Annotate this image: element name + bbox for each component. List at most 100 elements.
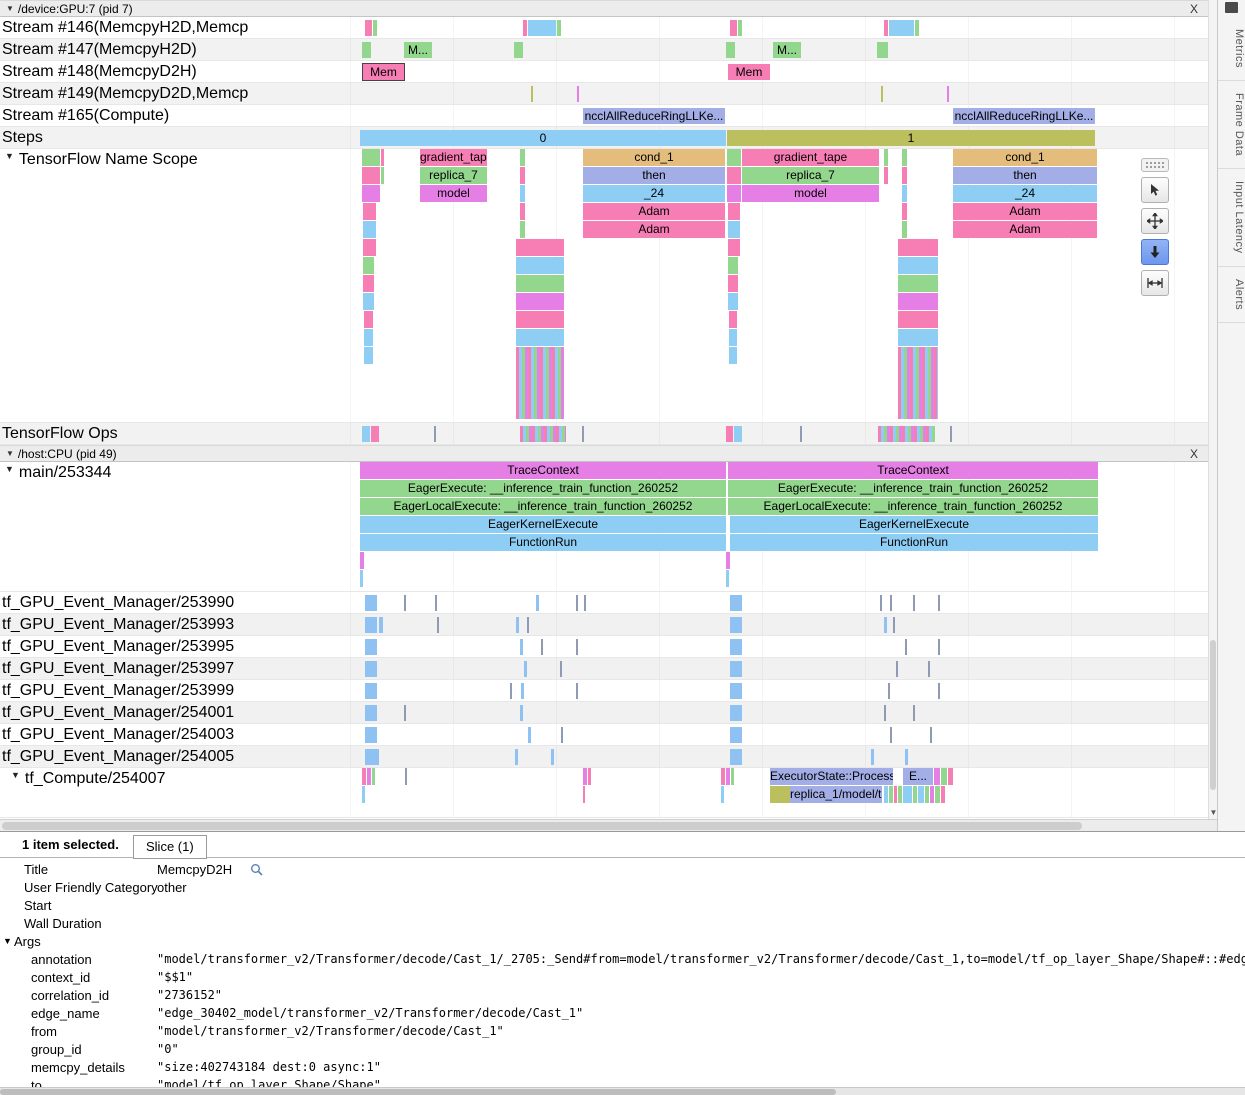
trace-slice-pink[interactable]: [898, 311, 938, 328]
trace-slice-adam[interactable]: Adam: [953, 203, 1097, 220]
collapse-arrow-icon[interactable]: ▼: [3, 936, 12, 946]
trace-slice-eagerlocalexecute-inference-train-function-260252[interactable]: EagerLocalExecute: __inference_train_fun…: [728, 498, 1098, 515]
track-canvas[interactable]: MemMem: [248, 61, 1208, 82]
trace-slice-tick[interactable]: [404, 705, 406, 721]
track-canvas[interactable]: [248, 592, 1208, 613]
collapse-arrow-icon[interactable]: ▼: [5, 464, 14, 474]
trace-slice-pink[interactable]: [583, 786, 585, 803]
trace-slice-lightblue[interactable]: [365, 749, 379, 765]
trace-slice-blue[interactable]: [728, 293, 738, 310]
trace-slice-blue[interactable]: [520, 185, 525, 202]
trace-slice-gradient-tape[interactable]: gradient_tape: [742, 149, 879, 166]
trace-slice-lightblue[interactable]: [528, 727, 531, 743]
trace-slice-pink[interactable]: [728, 239, 740, 256]
side-tab-input-latency[interactable]: Input Latency: [1218, 169, 1245, 267]
trace-slice-lightblue[interactable]: [730, 705, 742, 721]
trace-slice-blue[interactable]: [898, 257, 938, 274]
trace-slice-lightblue[interactable]: [730, 639, 742, 655]
collapse-arrow-icon[interactable]: ▼: [11, 770, 20, 780]
trace-slice-tick[interactable]: [913, 705, 915, 721]
track-canvas[interactable]: ExecutorState::ProcessE...replica_1/mode…: [248, 768, 1208, 817]
trace-slice-pink[interactable]: [381, 149, 384, 166]
trace-slice-green[interactable]: [902, 149, 907, 166]
trace-slice-lightblue[interactable]: [524, 661, 527, 677]
trace-slice-blue[interactable]: [918, 786, 924, 803]
trace-slice-tick[interactable]: [893, 617, 895, 633]
trace-slice-blue[interactable]: [726, 570, 729, 587]
track-canvas[interactable]: [248, 746, 1208, 767]
trace-slice-model[interactable]: model: [420, 185, 487, 202]
timeline-horizontal-scrollbar[interactable]: [0, 819, 1217, 831]
trace-slice-tracecontext[interactable]: TraceContext: [728, 462, 1098, 479]
trace-slice-magenta[interactable]: [930, 786, 934, 803]
track-canvas[interactable]: [248, 702, 1208, 723]
trace-slice-olive[interactable]: [531, 86, 533, 102]
trace-slice-stripes[interactable]: [878, 426, 935, 442]
trace-slice-pink[interactable]: [516, 311, 564, 328]
trace-slice-pink[interactable]: [520, 203, 525, 220]
trace-slice-tick[interactable]: [930, 727, 932, 743]
trace-slice-tick[interactable]: [434, 426, 436, 442]
trace-slice-pink[interactable]: [523, 20, 527, 36]
trace-slice-magenta[interactable]: [516, 293, 564, 310]
trace-slice-green[interactable]: [877, 42, 888, 58]
trace-slice-tick[interactable]: [890, 727, 892, 743]
trace-slice-green[interactable]: [731, 768, 734, 785]
trace-slice-magenta[interactable]: [934, 768, 940, 785]
trace-slice-pink[interactable]: [516, 239, 564, 256]
track-label-tensorflow-name-scope[interactable]: ▼TensorFlow Name Scope: [0, 149, 248, 422]
trace-slice-adam[interactable]: Adam: [953, 221, 1097, 238]
trace-slice-tick[interactable]: [582, 426, 584, 442]
trace-slice-lightblue[interactable]: [730, 749, 742, 765]
trace-slice-blue[interactable]: [360, 570, 363, 587]
trace-slice-green[interactable]: [363, 257, 374, 274]
trace-slice-eagerkernelexecute[interactable]: EagerKernelExecute: [360, 516, 726, 533]
trace-slice-blue[interactable]: [898, 329, 938, 346]
trace-slice-lightblue[interactable]: [365, 727, 377, 743]
trace-slice-0[interactable]: 0: [360, 130, 726, 146]
trace-slice-green[interactable]: [902, 221, 907, 238]
trace-slice-tick[interactable]: [913, 595, 915, 611]
trace-slice-blue[interactable]: [728, 221, 740, 238]
track-label-main-253344[interactable]: ▼main/253344: [0, 462, 248, 591]
trace-slice-lightblue[interactable]: [379, 617, 383, 633]
trace-slice-stripes[interactable]: [516, 347, 564, 419]
trace-slice-tick[interactable]: [541, 639, 543, 655]
trace-slice-pink[interactable]: [948, 768, 953, 785]
trace-slice-ncclallreduceringllke[interactable]: ncclAllReduceRingLLKe...: [583, 108, 725, 124]
trace-slice-e[interactable]: E...: [903, 768, 933, 785]
magnifier-icon[interactable]: [250, 863, 263, 879]
trace-slice-green[interactable]: [362, 42, 371, 58]
trace-slice-lightblue[interactable]: [516, 617, 519, 633]
trace-slice-tick[interactable]: [896, 661, 898, 677]
trace-slice-tick[interactable]: [404, 595, 406, 611]
trace-slice-pink[interactable]: [884, 20, 888, 36]
trace-slice-green[interactable]: [372, 768, 375, 785]
trace-slice-tick[interactable]: [905, 639, 907, 655]
trace-slice-eagerexecute-inference-train-function-260252[interactable]: EagerExecute: __inference_train_function…: [728, 480, 1098, 497]
trace-slice-ncclallreduceringllke[interactable]: ncclAllReduceRingLLKe...: [953, 108, 1095, 124]
trace-slice-green[interactable]: [941, 768, 947, 785]
trace-slice-mem[interactable]: Mem: [728, 64, 770, 80]
trace-slice-blue[interactable]: [884, 786, 888, 803]
trace-slice-tick[interactable]: [888, 683, 890, 699]
side-tab-metrics[interactable]: Metrics: [1218, 17, 1245, 81]
trace-slice-pink[interactable]: [721, 768, 725, 785]
track-canvas[interactable]: [248, 83, 1208, 104]
trace-slice-gradient-tape[interactable]: gradient_tape: [420, 149, 487, 166]
trace-slice-stripes[interactable]: [898, 347, 938, 419]
trace-slice-adam[interactable]: Adam: [583, 203, 725, 220]
trace-slice-tick[interactable]: [576, 595, 578, 611]
trace-slice-blue[interactable]: [889, 20, 914, 36]
track-canvas[interactable]: [248, 724, 1208, 745]
trace-slice-lightblue[interactable]: [365, 617, 377, 633]
track-canvas[interactable]: 01: [248, 127, 1208, 148]
trace-slice-lightblue[interactable]: [730, 595, 742, 611]
trace-slice-lightblue[interactable]: [730, 661, 742, 677]
trace-slice-lightblue[interactable]: [515, 749, 518, 765]
trace-slice-lightblue[interactable]: [730, 617, 742, 633]
trace-slice-pink[interactable]: [362, 768, 366, 785]
trace-slice-cond-1[interactable]: cond_1: [953, 149, 1097, 166]
trace-slice-blue[interactable]: [364, 347, 373, 364]
trace-slice-adam[interactable]: Adam: [583, 221, 725, 238]
